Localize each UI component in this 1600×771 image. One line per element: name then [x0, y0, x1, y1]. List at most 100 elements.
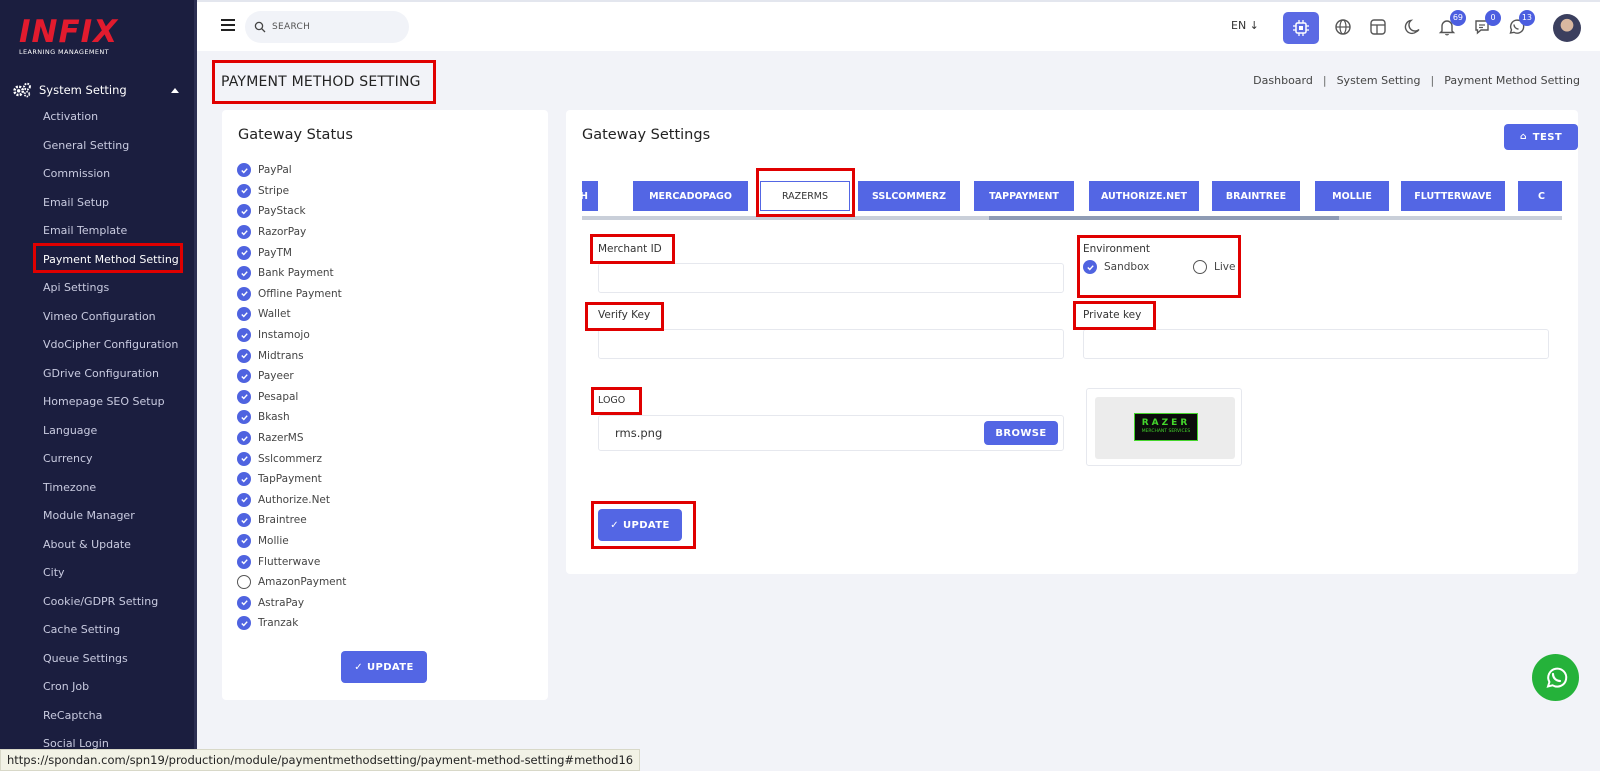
gateway-status-item[interactable]: Wallet: [237, 304, 346, 325]
sidebar-item-cookie-gdpr-setting[interactable]: Cookie/GDPR Setting: [43, 594, 193, 623]
checkbox-checked-icon[interactable]: [237, 307, 251, 322]
sidebar-item-email-setup[interactable]: Email Setup: [43, 195, 193, 224]
notifications-button[interactable]: 69: [1434, 10, 1466, 40]
checkbox-checked-icon[interactable]: [237, 183, 251, 198]
browse-button[interactable]: BROWSE: [984, 421, 1058, 445]
checkbox-checked-icon[interactable]: [237, 266, 251, 281]
checkbox-checked-icon[interactable]: [237, 513, 251, 528]
sidebar-section-system-setting[interactable]: System Setting: [12, 80, 184, 100]
language-selector[interactable]: EN ↓: [1231, 19, 1259, 32]
gateway-status-item[interactable]: Pesapal: [237, 387, 346, 408]
whatsapp-chat-button[interactable]: [1532, 654, 1579, 701]
checkbox-checked-icon[interactable]: [237, 451, 251, 466]
checkbox-checked-icon[interactable]: [237, 225, 251, 240]
sidebar-item-city[interactable]: City: [43, 565, 193, 594]
globe-button[interactable]: [1330, 14, 1356, 40]
search-box[interactable]: SEARCH: [245, 11, 409, 43]
sidebar-item-commission[interactable]: Commission: [43, 166, 193, 195]
checkbox-checked-icon[interactable]: [237, 328, 251, 343]
brand-logo[interactable]: INFIX LEARNING MANAGEMENT: [19, 17, 119, 59]
checkbox-checked-icon[interactable]: [237, 492, 251, 507]
tab-mollie[interactable]: MOLLIE: [1315, 181, 1389, 211]
sidebar-scrollbar[interactable]: [194, 536, 197, 706]
dark-mode-button[interactable]: [1400, 14, 1426, 40]
status-update-button[interactable]: ✓ UPDATE: [341, 651, 427, 683]
checkbox-checked-icon[interactable]: [237, 204, 251, 219]
tab-sslcommerz[interactable]: SSLCOMMERZ: [858, 181, 960, 211]
sidebar-item-module-manager[interactable]: Module Manager: [43, 508, 193, 537]
gateway-status-item[interactable]: Bank Payment: [237, 263, 346, 284]
gateway-status-item[interactable]: RazerMS: [237, 428, 346, 449]
tab-razerms[interactable]: RAZERMS: [760, 181, 850, 211]
checkbox-checked-icon[interactable]: [237, 348, 251, 363]
gateway-status-item[interactable]: PayTM: [237, 242, 346, 263]
breadcrumb-dashboard[interactable]: Dashboard: [1253, 74, 1313, 87]
sidebar-item-gdrive-configuration[interactable]: GDrive Configuration: [43, 366, 193, 395]
checkbox-checked-icon[interactable]: [237, 369, 251, 384]
sidebar-item-cache-setting[interactable]: Cache Setting: [43, 622, 193, 651]
tab-authorize-net[interactable]: AUTHORIZE.NET: [1089, 181, 1199, 211]
sidebar-item-vdocipher-configuration[interactable]: VdoCipher Configuration: [43, 337, 193, 366]
sidebar-item-api-settings[interactable]: Api Settings: [43, 280, 193, 309]
checkbox-checked-icon[interactable]: [237, 163, 251, 178]
gateway-status-item[interactable]: TapPayment: [237, 469, 346, 490]
checkbox-checked-icon[interactable]: [237, 472, 251, 487]
gateway-status-item[interactable]: Mollie: [237, 531, 346, 552]
checkbox-checked-icon[interactable]: [237, 286, 251, 301]
sidebar-item-cron-job[interactable]: Cron Job: [43, 679, 193, 708]
gateway-status-item[interactable]: AstraPay: [237, 592, 346, 613]
verify-key-input[interactable]: [598, 329, 1064, 359]
tab-mercadopago[interactable]: MERCADOPAGO: [633, 181, 748, 211]
tab-ash[interactable]: ASH: [582, 181, 598, 211]
sidebar-item-general-setting[interactable]: General Setting: [43, 138, 193, 167]
logo-file-input[interactable]: rms.png BROWSE: [598, 415, 1064, 451]
tab-braintree[interactable]: BRAINTREE: [1212, 181, 1300, 211]
private-key-input[interactable]: [1083, 329, 1549, 359]
gateway-status-item[interactable]: Midtrans: [237, 345, 346, 366]
test-button[interactable]: ⌂ TEST: [1504, 124, 1578, 150]
checkbox-checked-icon[interactable]: [237, 533, 251, 548]
gateway-status-item[interactable]: AmazonPayment: [237, 572, 346, 593]
sidebar-item-about-update[interactable]: About & Update: [43, 537, 193, 566]
sidebar-item-queue-settings[interactable]: Queue Settings: [43, 651, 193, 680]
tab-tappayment[interactable]: TAPPAYMENT: [974, 181, 1074, 211]
avatar[interactable]: [1553, 14, 1581, 42]
tabs-scrollbar-thumb[interactable]: [989, 216, 1339, 220]
gateway-status-item[interactable]: Payeer: [237, 366, 346, 387]
checkbox-checked-icon[interactable]: [237, 431, 251, 446]
messages-button[interactable]: 0: [1469, 10, 1501, 40]
sidebar-item-activation[interactable]: Activation: [43, 109, 193, 138]
gateway-status-item[interactable]: Tranzak: [237, 613, 346, 634]
checkbox-checked-icon[interactable]: [237, 616, 251, 631]
gateway-status-item[interactable]: Bkash: [237, 407, 346, 428]
whatsapp-topbar-button[interactable]: 13: [1503, 10, 1535, 40]
gateway-status-item[interactable]: Instamojo: [237, 325, 346, 346]
gateway-status-item[interactable]: Flutterwave: [237, 551, 346, 572]
gateway-update-button[interactable]: ✓ UPDATE: [598, 509, 682, 541]
gateway-status-item[interactable]: Authorize.Net: [237, 490, 346, 511]
sidebar-item-vimeo-configuration[interactable]: Vimeo Configuration: [43, 309, 193, 338]
layout-button[interactable]: [1365, 14, 1391, 40]
checkbox-checked-icon[interactable]: [237, 245, 251, 260]
chip-button[interactable]: [1283, 12, 1319, 44]
breadcrumb-system-setting[interactable]: System Setting: [1337, 74, 1421, 87]
sidebar-item-timezone[interactable]: Timezone: [43, 480, 193, 509]
checkbox-checked-icon[interactable]: [237, 554, 251, 569]
menu-toggle-icon[interactable]: [221, 19, 235, 31]
gateway-status-item[interactable]: PayStack: [237, 201, 346, 222]
gateway-status-item[interactable]: Braintree: [237, 510, 346, 531]
checkbox-checked-icon[interactable]: [237, 389, 251, 404]
gateway-status-item[interactable]: Stripe: [237, 181, 346, 202]
tabs-scrollbar[interactable]: [582, 216, 1562, 220]
gateway-status-item[interactable]: PayPal: [237, 160, 346, 181]
merchant-id-input[interactable]: [598, 263, 1064, 293]
tab-flutterwave[interactable]: FLUTTERWAVE: [1401, 181, 1505, 211]
gateway-status-item[interactable]: Offline Payment: [237, 284, 346, 305]
env-sandbox-radio[interactable]: Sandbox: [1083, 260, 1149, 274]
sidebar-item-currency[interactable]: Currency: [43, 451, 193, 480]
sidebar-item-recaptcha[interactable]: ReCaptcha: [43, 708, 193, 737]
sidebar-item-homepage-seo-setup[interactable]: Homepage SEO Setup: [43, 394, 193, 423]
tab-c[interactable]: C: [1518, 181, 1562, 211]
gateway-status-item[interactable]: RazorPay: [237, 222, 346, 243]
sidebar-item-language[interactable]: Language: [43, 423, 193, 452]
